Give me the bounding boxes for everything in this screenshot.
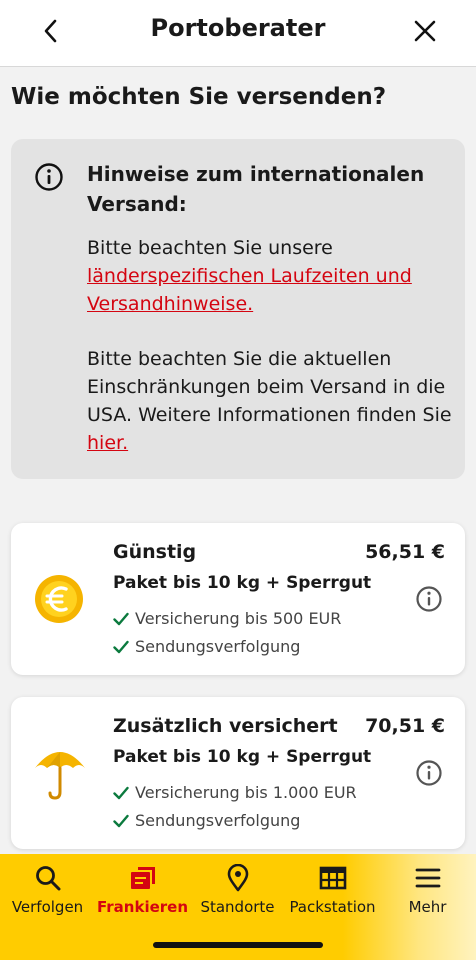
feature-item: Sendungsverfolgung xyxy=(113,811,300,830)
euro-coin-icon xyxy=(35,575,83,623)
feature-label: Sendungsverfolgung xyxy=(135,637,301,656)
option-name: Zusätzlich versichert xyxy=(113,715,338,737)
tab-label: Packstation xyxy=(289,898,376,916)
feature-item: Versicherung bis 1.000 EUR xyxy=(113,783,357,802)
feature-label: Sendungsverfolgung xyxy=(135,811,301,830)
tab-label: Mehr xyxy=(408,898,447,916)
option-info-icon[interactable] xyxy=(415,759,443,787)
notice-text-1: Bitte beachten Sie unsere xyxy=(87,237,333,259)
notice-paragraph-2: Bitte beachten Sie die aktuellen Einschr… xyxy=(87,345,457,457)
usa-info-link[interactable]: hier. xyxy=(87,432,128,454)
tab-label: Standorte xyxy=(200,898,275,916)
tab-frankieren[interactable]: Frankieren xyxy=(95,864,190,916)
option-name: Günstig xyxy=(113,541,197,563)
option-price: 70,51 € xyxy=(365,715,445,737)
tab-verfolgen[interactable]: Verfolgen xyxy=(0,864,95,916)
feature-item: Versicherung bis 500 EUR xyxy=(113,609,341,628)
tab-mehr[interactable]: Mehr xyxy=(380,864,475,916)
search-icon xyxy=(35,866,60,891)
location-pin-icon xyxy=(227,864,248,892)
shipping-info-link[interactable]: länderspezifischen Laufzeiten und Versan… xyxy=(87,265,412,315)
option-subtitle: Paket bis 10 kg + Sperrgut xyxy=(113,573,372,593)
packstation-icon xyxy=(319,866,346,890)
page-title: Wie möchten Sie versenden? xyxy=(11,84,387,110)
tab-standorte[interactable]: Standorte xyxy=(190,864,285,916)
umbrella-icon xyxy=(35,752,85,800)
international-shipping-notice: Hinweise zum internationalen Versand: Bi… xyxy=(11,139,465,479)
option-subtitle: Paket bis 10 kg + Sperrgut xyxy=(113,747,372,767)
check-icon xyxy=(113,640,129,653)
tab-label: Verfolgen xyxy=(11,898,84,916)
shipping-option-card[interactable]: Günstig 56,51 € Paket bis 10 kg + Sperrg… xyxy=(11,523,465,675)
feature-label: Versicherung bis 1.000 EUR xyxy=(135,783,357,802)
feature-item: Sendungsverfolgung xyxy=(113,637,300,656)
page-header-title: Portoberater xyxy=(150,14,326,42)
home-indicator xyxy=(153,942,323,948)
option-price: 56,51 € xyxy=(365,541,445,563)
option-info-icon[interactable] xyxy=(415,585,443,613)
notice-paragraph-1: Bitte beachten Sie unsere länderspezifis… xyxy=(87,234,457,318)
shipping-option-card[interactable]: Zusätzlich versichert 70,51 € Paket bis … xyxy=(11,697,465,849)
tab-packstation[interactable]: Packstation xyxy=(285,864,380,916)
close-icon[interactable] xyxy=(408,14,442,48)
check-icon xyxy=(113,612,129,625)
feature-label: Versicherung bis 500 EUR xyxy=(135,609,342,628)
check-icon xyxy=(113,814,129,827)
check-icon xyxy=(113,786,129,799)
header: Portoberater xyxy=(0,0,476,67)
notice-text-2: Bitte beachten Sie die aktuellen Einschr… xyxy=(87,348,452,426)
menu-icon xyxy=(415,868,440,888)
tab-label: Frankieren xyxy=(96,898,189,916)
info-icon xyxy=(35,163,63,191)
notice-title: Hinweise zum internationalen Versand: xyxy=(87,162,425,216)
stamp-icon xyxy=(130,867,155,889)
